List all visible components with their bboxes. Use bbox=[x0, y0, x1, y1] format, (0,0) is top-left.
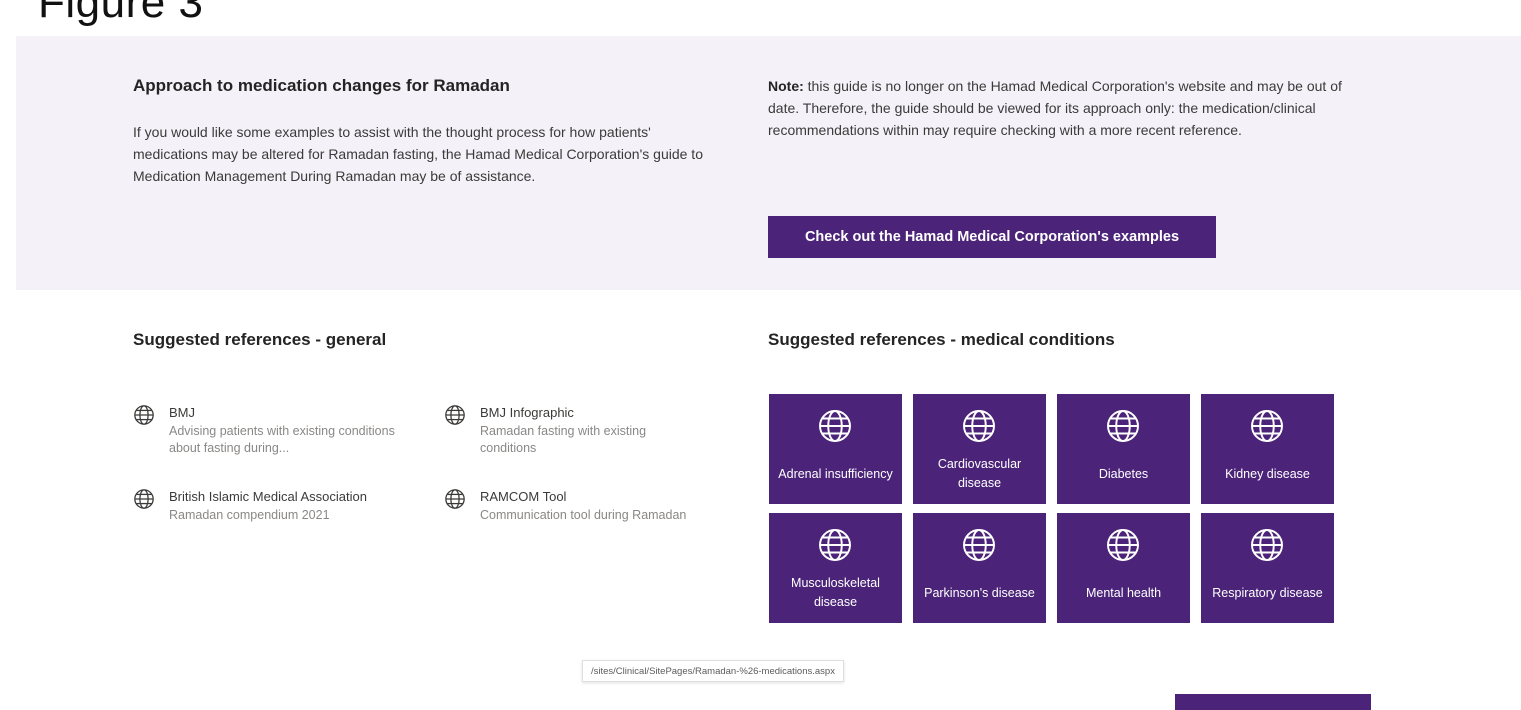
ref-desc: Advising patients with existing conditio… bbox=[169, 424, 395, 455]
approach-heading: Approach to medication changes for Ramad… bbox=[133, 76, 510, 95]
globe-icon bbox=[445, 489, 465, 509]
ref-title: RAMCOM Tool bbox=[480, 489, 567, 504]
approach-body: If you would like some examples to assis… bbox=[133, 124, 703, 184]
tile-label: Adrenal insufficiency bbox=[778, 466, 893, 481]
note-label: Note: bbox=[768, 78, 804, 94]
tile-label: Musculoskeletal disease bbox=[791, 576, 880, 609]
tile-cardiovascular-disease[interactable]: Cardiovascular disease bbox=[913, 394, 1046, 504]
tile-label: Cardiovascular disease bbox=[937, 457, 1022, 490]
tile-musculoskeletal-disease[interactable]: Musculoskeletal disease bbox=[769, 513, 902, 623]
tile-label: Parkinson's disease bbox=[924, 585, 1035, 600]
tile-label: Respiratory disease bbox=[1212, 585, 1323, 600]
tile-diabetes[interactable]: Diabetes bbox=[1057, 394, 1190, 504]
globe-icon bbox=[819, 410, 851, 442]
tile-label: Mental health bbox=[1085, 585, 1162, 600]
globe-icon bbox=[134, 489, 154, 509]
tile-mental-health[interactable]: Mental health bbox=[1057, 513, 1190, 623]
partial-button[interactable] bbox=[1175, 694, 1371, 710]
tile-label: Diabetes bbox=[1098, 466, 1149, 481]
hamad-examples-button-label: Check out the Hamad Medical Corporation'… bbox=[804, 229, 1180, 245]
tile-parkinsons-disease[interactable]: Parkinson's disease bbox=[913, 513, 1046, 623]
note-body: this guide is no longer on the Hamad Med… bbox=[768, 78, 1342, 138]
ref-desc: Ramadan compendium 2021 bbox=[169, 508, 330, 522]
tile-adrenal-insufficiency[interactable]: Adrenal insufficiency bbox=[769, 394, 902, 504]
globe-icon bbox=[134, 405, 154, 425]
ref-item-ramcom[interactable]: RAMCOM Tool Communication tool during Ra… bbox=[444, 487, 724, 527]
general-refs-heading: Suggested references - general bbox=[133, 330, 387, 349]
ref-desc: Communication tool during Ramadan bbox=[480, 508, 687, 522]
globe-icon bbox=[1107, 410, 1139, 442]
globe-icon bbox=[1107, 529, 1139, 561]
globe-icon bbox=[445, 405, 465, 425]
globe-icon bbox=[963, 529, 995, 561]
globe-icon bbox=[1251, 410, 1283, 442]
figure-label: Figure 3 bbox=[38, 0, 204, 27]
ref-title: BMJ Infographic bbox=[480, 405, 574, 420]
ref-title: BMJ bbox=[169, 405, 195, 420]
ref-item-bmj[interactable]: BMJ Advising patients with existing cond… bbox=[133, 403, 413, 455]
globe-icon bbox=[819, 529, 851, 561]
tile-kidney-disease[interactable]: Kidney disease bbox=[1201, 394, 1334, 504]
globe-icon bbox=[1251, 529, 1283, 561]
ref-item-bmj-infographic[interactable]: BMJ Infographic Ramadan fasting with exi… bbox=[444, 403, 724, 455]
globe-icon bbox=[963, 410, 995, 442]
ref-desc: Ramadan fasting with existing conditions bbox=[480, 424, 647, 455]
medical-refs-heading: Suggested references - medical condition… bbox=[768, 330, 1115, 349]
note-text: Note: this guide is no longer on the Ham… bbox=[768, 75, 1368, 141]
ref-title: British Islamic Medical Association bbox=[169, 489, 367, 504]
ref-item-bima[interactable]: British Islamic Medical Association Rama… bbox=[133, 487, 413, 527]
hamad-examples-button[interactable]: Check out the Hamad Medical Corporation'… bbox=[768, 216, 1216, 258]
link-url-tooltip: /sites/Clinical/SitePages/Ramadan-%26-me… bbox=[582, 660, 844, 682]
tile-respiratory-disease[interactable]: Respiratory disease bbox=[1201, 513, 1334, 623]
tile-label: Kidney disease bbox=[1225, 466, 1310, 481]
